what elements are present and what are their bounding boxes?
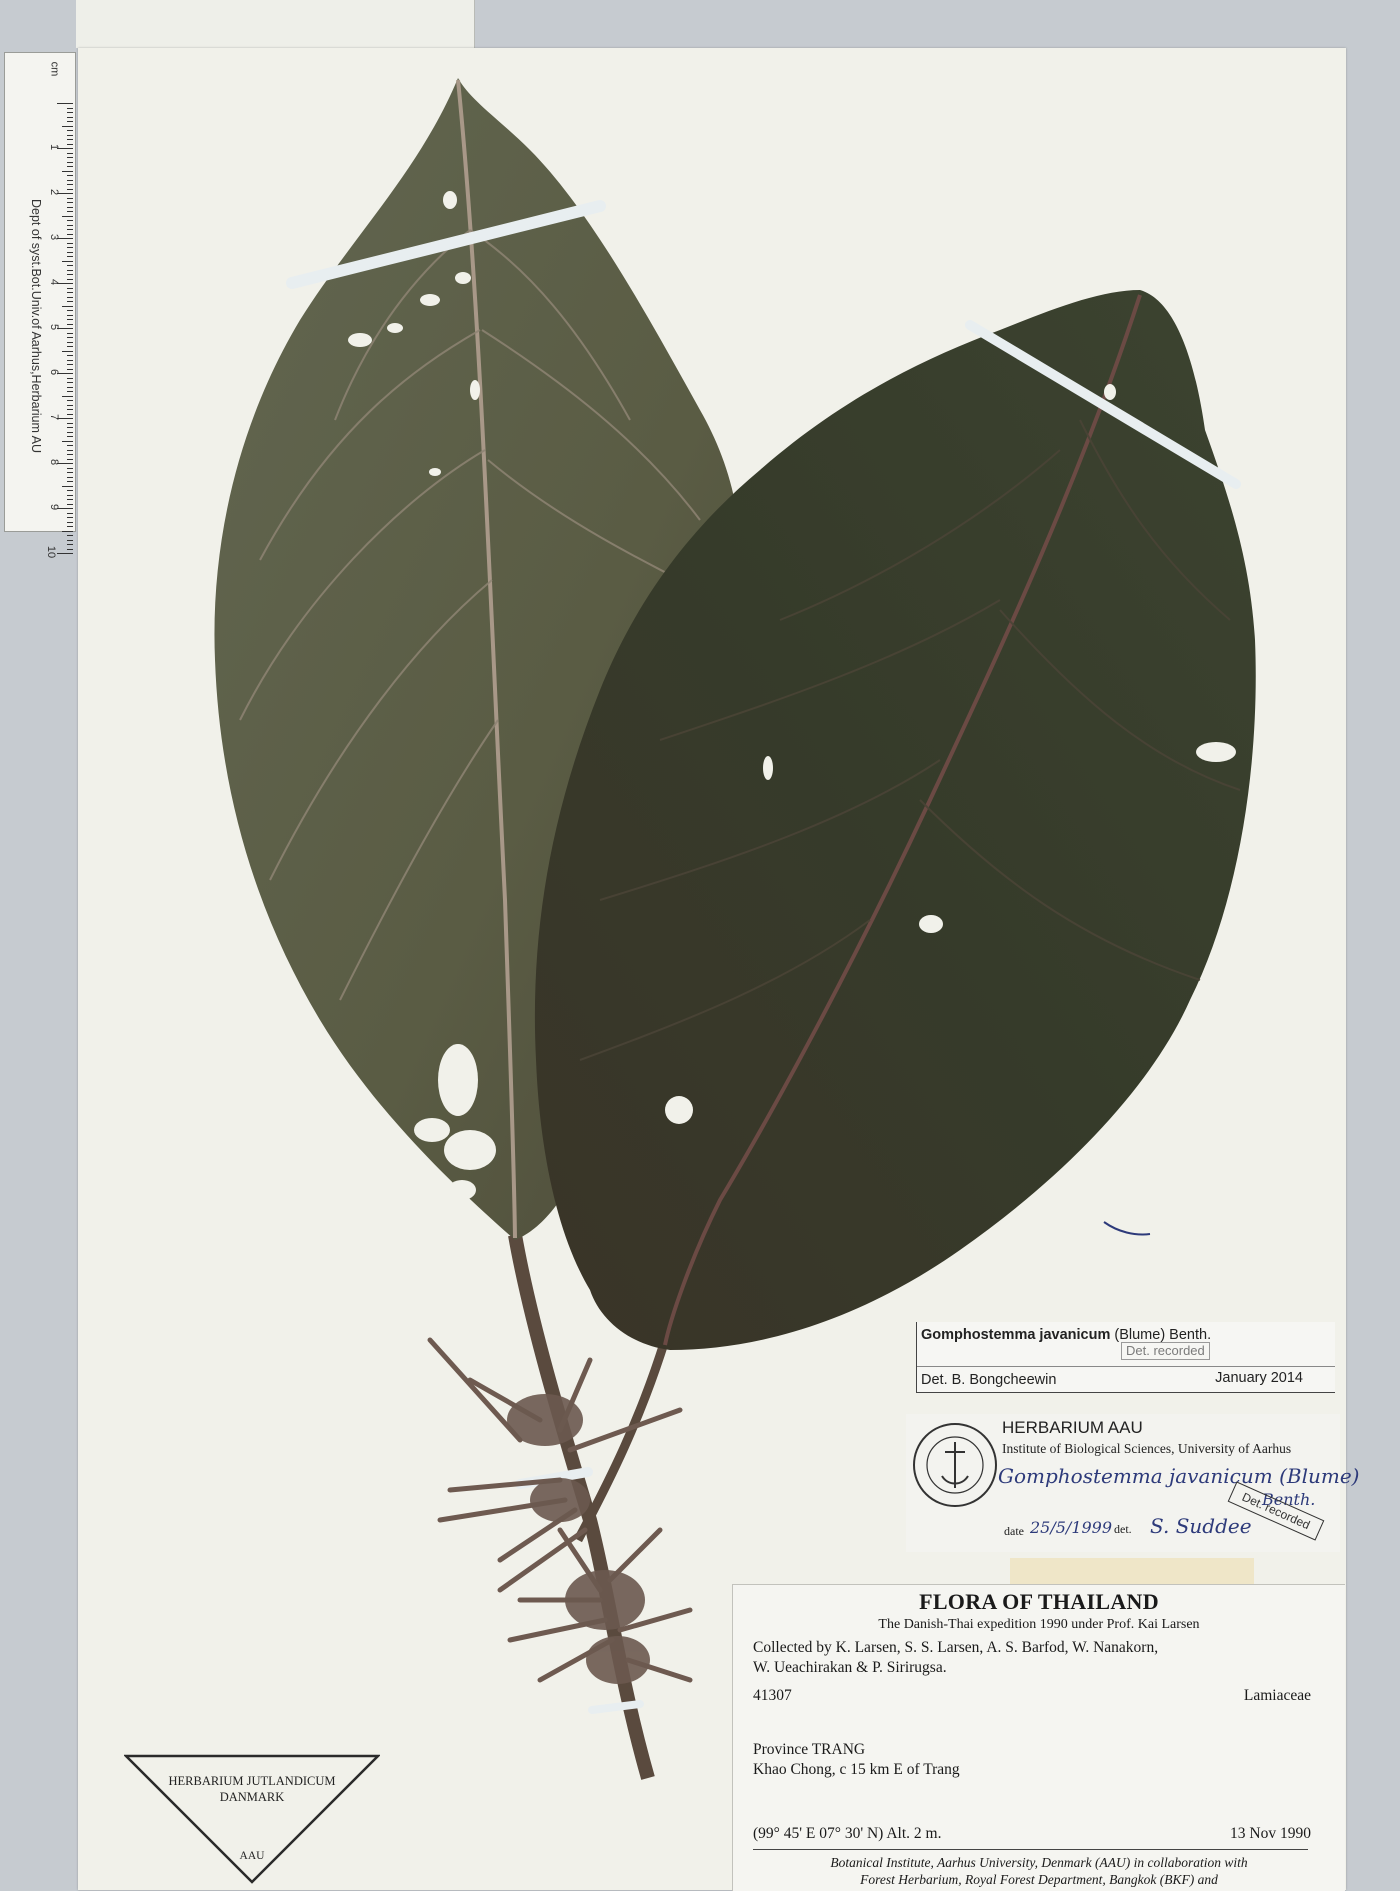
herbarium-aau-label: HERBARIUM AAU Institute of Biological Sc… xyxy=(906,1414,1359,1552)
label-family: Lamiaceae xyxy=(1243,1687,1311,1704)
label-date: 13 Nov 1990 xyxy=(1230,1825,1311,1842)
label-subtitle: The Danish-Thai expedition 1990 under Pr… xyxy=(878,1617,1200,1632)
det-recorded-stamp: Det. recorded xyxy=(1121,1342,1210,1360)
det-taxon: Gomphostemma javanicum xyxy=(921,1327,1111,1343)
det-date: January 2014 xyxy=(1215,1370,1303,1386)
det-divider xyxy=(917,1366,1335,1367)
determination-slip: Gomphostemma javanicum (Blume) Benth. De… xyxy=(916,1322,1335,1393)
label-coordinates: (99° 45' E 07° 30' N) Alt. 2 m. xyxy=(753,1825,942,1842)
herbarium-stamp: HERBARIUM JUTLANDICUM DANMARK AAU xyxy=(124,1754,380,1884)
date-caption: date xyxy=(1004,1524,1024,1538)
label-collectors-2: W. Ueachirakan & P. Sirirugsa. xyxy=(753,1659,947,1676)
label-title: FLORA OF THAILAND xyxy=(919,1589,1159,1614)
collection-label: FLORA OF THAILAND The Danish-Thai expedi… xyxy=(732,1584,1345,1891)
label-locality: Khao Chong, c 15 km E of Trang xyxy=(753,1761,960,1778)
label-collectors-1: Collected by K. Larsen, S. S. Larsen, A.… xyxy=(753,1639,1159,1656)
stamp-line-2: DANMARK xyxy=(219,1790,285,1804)
label-footer-1: Botanical Institute, Aarhus University, … xyxy=(830,1855,1248,1870)
label-number: 41307 xyxy=(753,1687,792,1704)
label-province: Province TRANG xyxy=(753,1741,866,1758)
handwritten-determiner: S. Suddee xyxy=(1150,1514,1252,1538)
aau-title: HERBARIUM AAU xyxy=(1002,1418,1143,1437)
university-seal xyxy=(913,1423,997,1507)
stamp-line-1: HERBARIUM JUTLANDICUM xyxy=(168,1774,336,1788)
label-divider xyxy=(753,1849,1308,1850)
label-footer-2: Forest Herbarium, Royal Forest Departmen… xyxy=(860,1872,1218,1887)
stamp-line-3: AAU xyxy=(239,1850,265,1862)
handwritten-date: 25/5/1999 xyxy=(1030,1518,1113,1537)
det-determiner: Det. B. Bongcheewin xyxy=(921,1372,1057,1388)
det-taxon-line: Gomphostemma javanicum (Blume) Benth. xyxy=(921,1327,1211,1343)
aau-institute: Institute of Biological Sciences, Univer… xyxy=(1002,1441,1292,1456)
det-caption: det. xyxy=(1114,1522,1132,1536)
ink-mark xyxy=(1103,1221,1151,1236)
handwritten-taxon: Gomphostemma javanicum (Blume) xyxy=(998,1464,1360,1488)
det-authority: (Blume) Benth. xyxy=(1114,1327,1212,1343)
